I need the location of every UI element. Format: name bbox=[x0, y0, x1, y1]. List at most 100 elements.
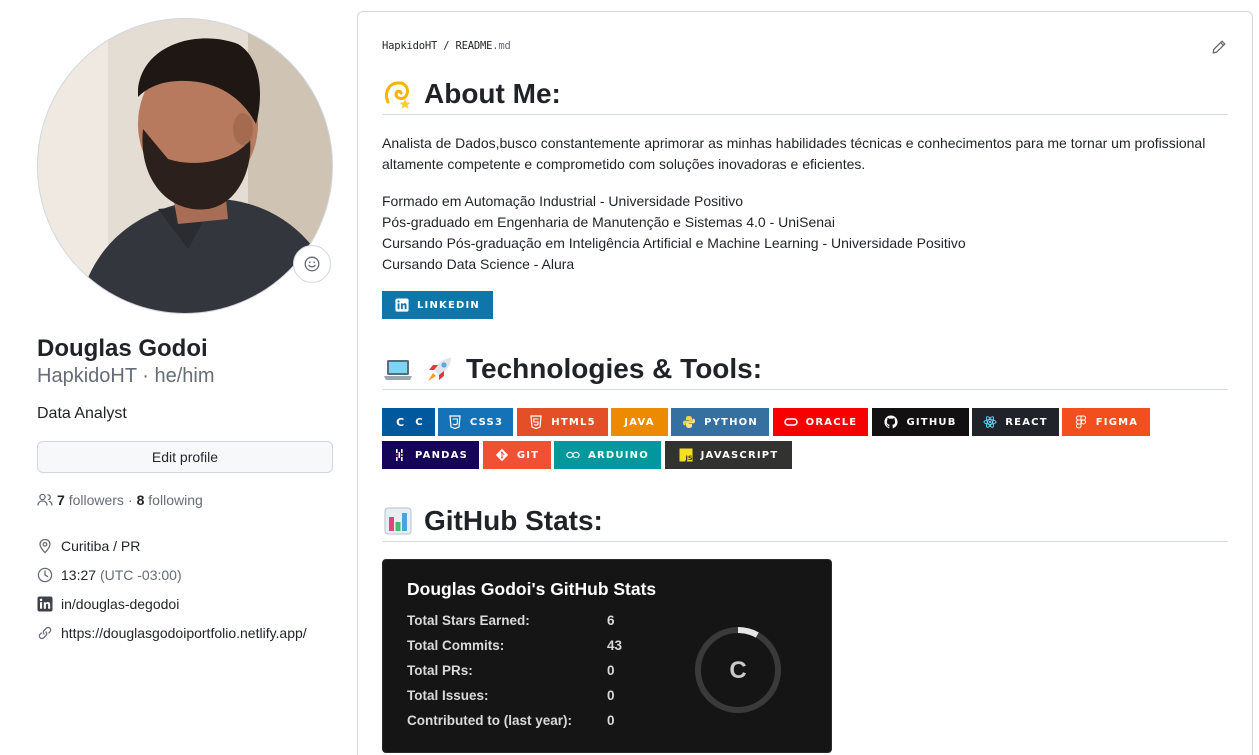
readme-path: HapkidoHT / README.md bbox=[382, 40, 511, 52]
stat-row: Total Issues: 0 bbox=[407, 688, 647, 708]
readme-path-sep: / bbox=[437, 40, 456, 52]
badge-figma[interactable]: FIGMA bbox=[1062, 408, 1150, 436]
linkedin-item[interactable]: in/douglas-degodoi bbox=[37, 589, 307, 618]
git-icon bbox=[495, 448, 509, 462]
stat-row: Total PRs: 0 bbox=[407, 663, 647, 683]
rank-letter: C bbox=[729, 657, 746, 684]
set-status-button[interactable] bbox=[293, 245, 331, 283]
readme-path-file: README bbox=[455, 40, 493, 52]
tech-heading: Technologies & Tools: bbox=[382, 348, 1228, 390]
stat-row: Contributed to (last year): 0 bbox=[407, 713, 647, 733]
python-icon bbox=[683, 416, 696, 428]
following-count: 8 bbox=[136, 492, 145, 508]
bar-chart-emoji-icon bbox=[384, 507, 412, 534]
education-line: Formado em Automação Industrial - Univer… bbox=[382, 193, 744, 209]
localtime-item: 13:27 (UTC -03:00) bbox=[37, 560, 307, 589]
badge-label: PANDAS bbox=[415, 449, 468, 461]
github-icon bbox=[884, 415, 899, 429]
readme-path-user[interactable]: HapkidoHT bbox=[382, 40, 437, 52]
education-line: Pós-graduado em Engenharia de Manutenção… bbox=[382, 214, 835, 230]
stat-label: Total Stars Earned: bbox=[407, 613, 530, 628]
location-text: Curitiba / PR bbox=[61, 537, 141, 554]
figma-icon bbox=[1075, 415, 1086, 429]
dizzy-emoji-icon bbox=[384, 80, 411, 109]
badge-label: CSS3 bbox=[469, 416, 504, 428]
people-icon bbox=[37, 493, 53, 506]
link-icon bbox=[38, 626, 52, 639]
html5-icon bbox=[530, 415, 542, 429]
pencil-icon[interactable] bbox=[1211, 39, 1227, 55]
badge-git[interactable]: GIT bbox=[483, 441, 551, 469]
badge-c[interactable]: C C bbox=[382, 408, 435, 436]
stats-heading-text: GitHub Stats: bbox=[424, 504, 603, 536]
about-paragraph: Analista de Dados,busco constantemente a… bbox=[382, 135, 1206, 172]
location-item: Curitiba / PR bbox=[37, 531, 307, 560]
badge-css3[interactable]: CSS3 bbox=[438, 408, 513, 436]
badge-pandas[interactable]: PANDAS bbox=[382, 441, 479, 469]
linkedin-icon bbox=[37, 596, 53, 611]
profile-details: Curitiba / PR 13:27 (UTC -03:00) in/doug… bbox=[37, 531, 307, 647]
stat-value: 0 bbox=[607, 663, 615, 678]
avatar-photo bbox=[38, 19, 332, 313]
following-link[interactable]: 8 following bbox=[137, 492, 203, 508]
badge-label: FIGMA bbox=[1095, 416, 1139, 428]
pandas-icon bbox=[396, 449, 403, 461]
stat-value: 0 bbox=[607, 688, 615, 703]
following-label: following bbox=[148, 492, 203, 508]
c-icon: C bbox=[396, 415, 405, 429]
stats-heading: GitHub Stats: bbox=[382, 500, 1228, 542]
avatar[interactable] bbox=[37, 18, 333, 314]
badge-oracle[interactable]: ORACLE bbox=[773, 408, 868, 436]
github-stats-card: Douglas Godoi's GitHub Stats Total Stars… bbox=[382, 559, 832, 753]
stat-value: 0 bbox=[607, 713, 615, 728]
oracle-icon bbox=[783, 418, 798, 426]
badge-label: ARDUINO bbox=[588, 449, 649, 461]
laptop-emoji-icon bbox=[384, 359, 412, 380]
badge-label: GITHUB bbox=[906, 416, 957, 428]
rank-ring: C bbox=[695, 627, 781, 713]
website-link[interactable]: https://douglasgodoiportfolio.netlify.ap… bbox=[61, 625, 307, 641]
badge-react[interactable]: REACT bbox=[972, 408, 1059, 436]
stat-row: Total Stars Earned: 6 bbox=[407, 613, 647, 633]
stat-label: Contributed to (last year): bbox=[407, 713, 573, 728]
badge-html5[interactable]: HTML5 bbox=[517, 408, 608, 436]
followers-link[interactable]: 7 followers bbox=[57, 492, 124, 508]
about-heading-text: About Me: bbox=[424, 77, 561, 109]
badge-javascript[interactable]: JS JAVASCRIPT bbox=[665, 441, 792, 469]
location-icon bbox=[39, 538, 51, 553]
linkedin-link[interactable]: in/douglas-degodoi bbox=[61, 596, 179, 612]
edit-profile-button[interactable]: Edit profile bbox=[37, 441, 333, 473]
about-heading: About Me: bbox=[382, 73, 1228, 115]
badge-arduino[interactable]: ARDUINO bbox=[554, 441, 661, 469]
education-list: Formado em Automação Industrial - Univer… bbox=[382, 191, 1228, 275]
local-time: 13:27 bbox=[61, 566, 97, 583]
followers-count: 7 bbox=[57, 492, 65, 508]
stat-row: Total Commits: 43 bbox=[407, 638, 647, 658]
badge-java[interactable]: JAVA bbox=[611, 408, 668, 436]
readme-path-ext: .md bbox=[492, 40, 511, 52]
badge-label: GIT bbox=[516, 449, 540, 461]
badge-label: HTML5 bbox=[551, 416, 596, 428]
timezone: (UTC -03:00) bbox=[99, 566, 182, 583]
follow-separator: · bbox=[127, 492, 133, 508]
badge-github[interactable]: GITHUB bbox=[872, 408, 969, 436]
badge-label: ORACLE bbox=[805, 416, 858, 428]
stat-value: 6 bbox=[607, 613, 615, 628]
svg-text:JS: JS bbox=[684, 454, 692, 462]
badge-label: REACT bbox=[1005, 416, 1048, 428]
css3-icon bbox=[449, 415, 461, 429]
education-line: Cursando Data Science - Alura bbox=[382, 256, 575, 272]
javascript-icon: JS bbox=[679, 448, 693, 462]
profile-avatar-container bbox=[37, 18, 333, 314]
tech-heading-text: Technologies & Tools: bbox=[466, 352, 763, 384]
linkedin-badge[interactable]: LINKEDIN bbox=[382, 291, 493, 319]
stat-label: Total PRs: bbox=[407, 663, 473, 678]
react-icon bbox=[983, 416, 997, 428]
followers-label: followers bbox=[68, 492, 124, 508]
badge-python[interactable]: PYTHON bbox=[671, 408, 769, 436]
profile-username: HapkidoHT · he/him bbox=[37, 365, 215, 387]
website-item[interactable]: https://douglasgodoiportfolio.netlify.ap… bbox=[37, 618, 307, 647]
smiley-icon bbox=[304, 256, 320, 272]
stat-value: 43 bbox=[607, 638, 623, 653]
profile-readme: HapkidoHT / README.md About Me: Analista… bbox=[357, 11, 1253, 755]
